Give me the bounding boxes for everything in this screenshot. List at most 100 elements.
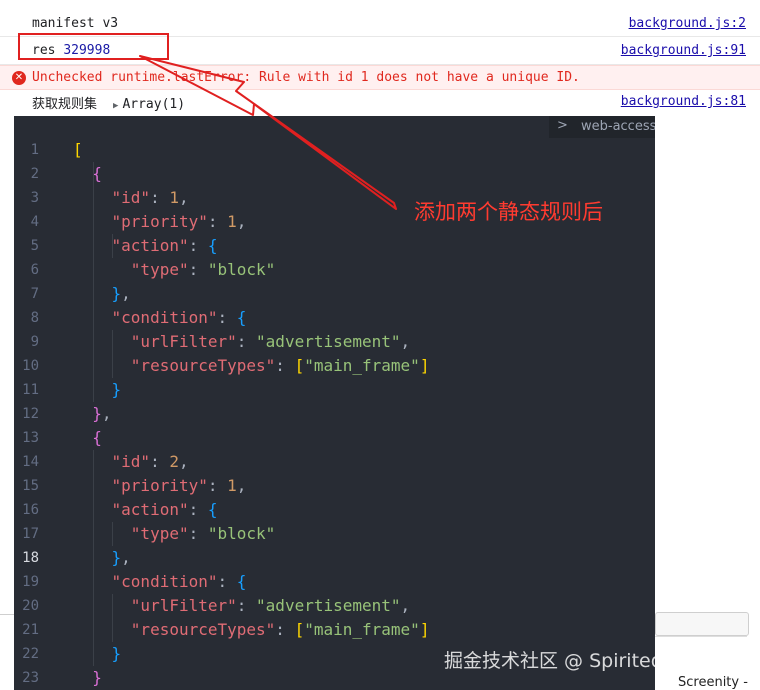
code-text[interactable]: "priority": 1, [73,474,247,498]
line-number: 22 [22,646,39,662]
code-line[interactable]: 3 "id": 1, [14,186,655,210]
code-text[interactable]: "urlFilter": "advertisement", [73,330,410,354]
line-number: 11 [22,382,39,398]
bracket: } [111,644,122,663]
json-number: 1 [227,476,237,495]
taskbar-app-label[interactable]: Screenity - [678,675,748,690]
code-line[interactable]: 15 "priority": 1, [14,474,655,498]
code-text[interactable]: "resourceTypes": ["main_frame"] [73,354,430,378]
bracket: { [236,308,247,327]
log-label: 获取规则集 [32,97,98,112]
code-text[interactable]: "type": "block" [73,522,276,546]
bracket: { [207,500,218,519]
indent-guide [112,522,113,546]
code-text[interactable]: "priority": 1, [73,210,247,234]
indent-guide [93,162,94,402]
code-text[interactable]: "condition": { [73,306,247,330]
code-text[interactable]: [ [73,138,83,162]
code-line[interactable]: 11 } [14,378,655,402]
line-number: 15 [22,478,39,494]
code-text[interactable]: } [73,666,102,690]
code-line[interactable]: 12 }, [14,402,655,426]
code-line[interactable]: 4 "priority": 1, [14,210,655,234]
code-text[interactable]: "condition": { [73,570,247,594]
code-text[interactable]: } [73,642,122,666]
console-input-strip[interactable] [655,612,749,636]
code-text[interactable]: }, [73,546,131,570]
line-number: 9 [30,334,39,350]
code-editor[interactable]: > web-access 1[2 {3 "id": 1, 4 "priority"… [14,116,655,690]
code-line[interactable]: 2 { [14,162,655,186]
console-message: manifest v3 [32,16,119,31]
code-text[interactable]: "urlFilter": "advertisement", [73,594,410,618]
code-line[interactable]: 16 "action": { [14,498,655,522]
code-line[interactable]: 22 } [14,642,655,666]
punctuation: : [188,524,208,543]
code-text[interactable]: "resourceTypes": ["main_frame"] [73,618,430,642]
bracket: } [111,380,122,399]
code-line[interactable]: 14 "id": 2, [14,450,655,474]
code-text[interactable]: "action": { [73,498,218,522]
code-line[interactable]: 21 "resourceTypes": ["main_frame"] [14,618,655,642]
source-link[interactable]: background.js:2 [629,16,746,31]
punctuation: : [188,260,208,279]
code-line[interactable]: 19 "condition": { [14,570,655,594]
error-message: Unchecked runtime.lastError: Rule with i… [32,70,580,85]
line-number: 19 [22,574,39,590]
bracket: { [236,572,247,591]
array-expander[interactable]: Array(1) [122,97,185,112]
indent-guide [112,594,113,642]
line-number: 12 [22,406,39,422]
code-line[interactable]: 9 "urlFilter": "advertisement", [14,330,655,354]
editor-tab[interactable]: > web-access [549,116,655,138]
code-text[interactable]: { [73,426,102,450]
punctuation: : [150,452,170,471]
code-line[interactable]: 8 "condition": { [14,306,655,330]
code-text[interactable]: "action": { [73,234,218,258]
divider [0,614,14,615]
code-text[interactable]: "id": 2, [73,450,189,474]
quote: " [304,620,314,639]
code-text[interactable]: }, [73,402,111,426]
console-row: 获取规则集 ▶ Array(1) background.js:81 [0,90,760,114]
json-number: 1 [169,188,179,207]
source-link[interactable]: background.js:91 [621,43,746,58]
bracket: { [207,236,218,255]
quote: " [304,356,314,375]
json-key: "resourceTypes" [130,620,276,639]
json-key: "action" [111,236,189,255]
code-text[interactable]: } [73,378,122,402]
code-text[interactable]: { [73,162,102,186]
code-line[interactable]: 6 "type": "block" [14,258,655,282]
line-number: 8 [30,310,39,326]
code-line[interactable]: 7 }, [14,282,655,306]
json-key: "id" [111,452,151,471]
quote: " [256,332,266,351]
code-line[interactable]: 23 } [14,666,655,690]
json-string: advertisement [265,596,391,615]
console-error-row: ✕ Unchecked runtime.lastError: Rule with… [0,65,760,90]
code-line[interactable]: 17 "type": "block" [14,522,655,546]
code-text[interactable]: }, [73,282,131,306]
json-string: block [217,260,266,279]
code-text[interactable]: "type": "block" [73,258,276,282]
punctuation: : [207,212,228,231]
code-line[interactable]: 10 "resourceTypes": ["main_frame"] [14,354,655,378]
line-number: 2 [30,166,39,182]
json-key: "resourceTypes" [130,356,276,375]
code-line[interactable]: 18 }, [14,546,655,570]
punctuation: : [275,356,295,375]
code-line[interactable]: 5 "action": { [14,234,655,258]
line-number: 1 [30,142,39,158]
line-number: 3 [30,190,39,206]
punctuation: : [275,620,295,639]
code-line[interactable]: 13 { [14,426,655,450]
code-line[interactable]: 20 "urlFilter": "advertisement", [14,594,655,618]
punctuation: : [188,500,208,519]
code-line[interactable]: 1[ [14,138,655,162]
expand-triangle-icon[interactable]: ▶ [113,101,118,111]
code-text[interactable]: "id": 1, [73,186,189,210]
source-link[interactable]: background.js:81 [621,94,746,109]
line-number: 4 [30,214,39,230]
punctuation: : [150,188,170,207]
